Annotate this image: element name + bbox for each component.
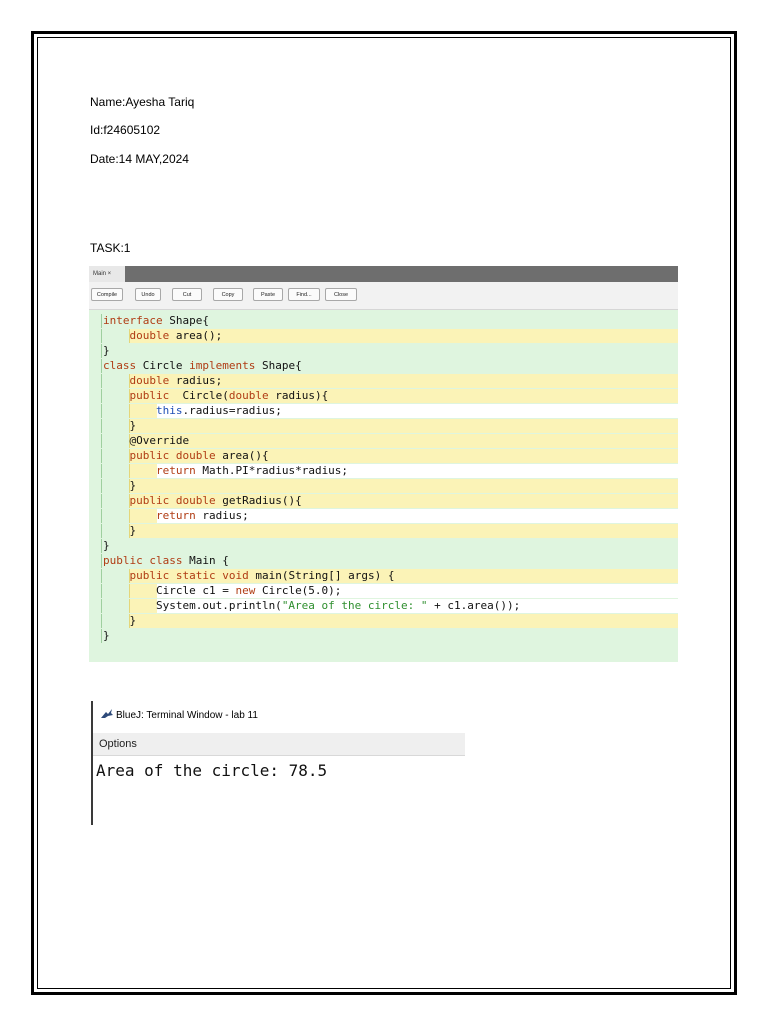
code-text: public double area(){ <box>129 449 269 462</box>
code-text: } <box>103 344 110 357</box>
find-button[interactable]: Find... <box>288 288 320 301</box>
code-line[interactable]: public double area(){ <box>89 449 678 463</box>
code-text: } <box>103 524 137 537</box>
code-area[interactable]: interface Shape{ double area();} class Ci… <box>89 310 678 662</box>
code-line[interactable]: } <box>89 629 678 643</box>
close-button[interactable]: Close <box>325 288 357 301</box>
code-line[interactable]: this.radius=radius; <box>89 404 678 418</box>
paste-button[interactable]: Paste <box>253 288 283 301</box>
terminal-title-bar: BlueJ: Terminal Window - lab 11 <box>101 709 258 721</box>
code-line[interactable]: class Circle implements Shape{ <box>89 359 678 373</box>
scope-bar <box>129 434 678 448</box>
code-text: System.out.println("Area of the circle: … <box>103 599 521 612</box>
editor-tabbar: Main × <box>89 266 678 282</box>
scope-bar <box>129 419 678 433</box>
code-text: public double getRadius(){ <box>129 494 302 507</box>
code-line[interactable]: double area(); <box>89 329 678 343</box>
code-text: this.radius=radius; <box>155 404 282 417</box>
code-text: public Circle(double radius){ <box>129 389 329 402</box>
code-text: interface Shape{ <box>103 314 209 327</box>
copy-button[interactable]: Copy <box>213 288 243 301</box>
code-text: } <box>103 629 110 642</box>
code-text: class Circle implements Shape{ <box>103 359 302 372</box>
code-text: } <box>103 479 137 492</box>
undo-button[interactable]: Undo <box>135 288 161 301</box>
code-text: public static void main(String[] args) { <box>129 569 395 582</box>
code-line[interactable]: System.out.println("Area of the circle: … <box>89 599 678 613</box>
code-text: double radius; <box>129 374 223 387</box>
code-text: return Math.PI*radius*radius; <box>155 464 349 477</box>
scope-bar <box>129 614 678 628</box>
code-line[interactable]: } <box>89 524 678 538</box>
code-line[interactable]: } <box>89 539 678 553</box>
code-line[interactable]: } <box>89 419 678 433</box>
code-text: double area(); <box>129 329 223 342</box>
terminal-left-border <box>91 701 93 825</box>
assignment-date: Date:14 MAY,2024 <box>90 152 189 166</box>
editor-toolbar: Compile Undo Cut Copy Paste Find... Clos… <box>89 282 678 310</box>
scope-bar <box>101 629 678 643</box>
code-line[interactable]: public class Main { <box>89 554 678 568</box>
code-line[interactable]: } <box>89 479 678 493</box>
student-id: Id:f24605102 <box>90 123 161 137</box>
scope-bar <box>129 479 678 493</box>
code-line[interactable]: public double getRadius(){ <box>89 494 678 508</box>
code-line[interactable]: return radius; <box>89 509 678 523</box>
code-line[interactable]: } <box>89 614 678 628</box>
code-line[interactable]: public Circle(double radius){ <box>89 389 678 403</box>
terminal-menubar: Options <box>93 733 465 756</box>
code-line[interactable]: @Override <box>89 434 678 448</box>
student-name: Name:Ayesha Tariq <box>90 95 195 109</box>
bluej-bird-icon <box>101 709 113 718</box>
scope-bar <box>129 524 678 538</box>
bluej-editor: Main × Compile Undo Cut Copy Paste Find.… <box>89 266 678 664</box>
code-line[interactable]: Circle c1 = new Circle(5.0); <box>89 584 678 598</box>
code-text: } <box>103 614 137 627</box>
scope-bar <box>101 344 678 358</box>
compile-button[interactable]: Compile <box>91 288 123 301</box>
code-text: @Override <box>103 434 190 447</box>
code-text: return radius; <box>155 509 249 522</box>
terminal-title: BlueJ: Terminal Window - lab 11 <box>116 710 258 721</box>
scope-bar <box>101 539 678 553</box>
code-text: } <box>103 419 137 432</box>
code-line[interactable]: public static void main(String[] args) { <box>89 569 678 583</box>
code-line[interactable]: interface Shape{ <box>89 314 678 328</box>
cut-button[interactable]: Cut <box>172 288 202 301</box>
code-line[interactable]: } <box>89 344 678 358</box>
code-text: Circle c1 = new Circle(5.0); <box>103 584 342 597</box>
options-menu[interactable]: Options <box>99 738 137 750</box>
tab-main[interactable]: Main × <box>89 266 125 282</box>
code-text: public class Main { <box>103 554 229 567</box>
task-heading: TASK:1 <box>90 241 131 255</box>
code-text: } <box>103 539 110 552</box>
terminal-output: Area of the circle: 78.5 <box>96 761 328 780</box>
code-line[interactable]: double radius; <box>89 374 678 388</box>
terminal-window: BlueJ: Terminal Window - lab 11 Options … <box>91 701 465 826</box>
code-line[interactable]: return Math.PI*radius*radius; <box>89 464 678 478</box>
